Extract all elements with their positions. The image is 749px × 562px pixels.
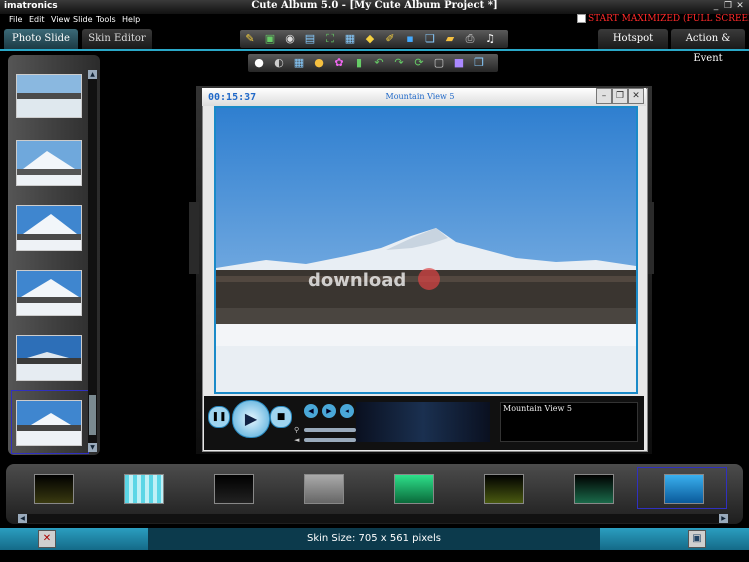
watermark-text: download	[308, 270, 407, 291]
photo-thumb-image	[17, 75, 81, 117]
scroll-down-icon[interactable]: ▼	[88, 443, 97, 452]
menu-slide[interactable]: Slide	[73, 15, 93, 24]
menu-tools[interactable]: Tools	[96, 15, 116, 24]
copy-icon[interactable]: ❏	[422, 31, 438, 47]
menu-edit[interactable]: Edit	[29, 15, 45, 24]
skin-strip-scrollbar[interactable]: ◀ ▶	[18, 514, 728, 523]
watermark-logo	[418, 268, 440, 290]
layer-icon[interactable]: ■	[451, 55, 467, 71]
tab-action-event[interactable]: Action & Event	[671, 29, 745, 64]
tab-skin-editor[interactable]: Skin Editor	[82, 29, 152, 49]
print-icon[interactable]: ⎙	[462, 31, 478, 47]
skin-thumb-3[interactable]	[214, 474, 254, 504]
volume-icon: ◄	[294, 436, 300, 444]
status-left	[0, 528, 148, 550]
fit-icon[interactable]: ⛶	[322, 31, 338, 47]
photo-thumb-6[interactable]	[16, 400, 82, 446]
skin-thumb-5[interactable]	[394, 474, 434, 504]
checkbox-icon[interactable]	[577, 14, 586, 23]
title-bar: imatronics Cute Album 5.0 - [My Cute Alb…	[0, 0, 749, 14]
stop-icon[interactable]: ■	[270, 406, 292, 428]
window-title: Cute Album 5.0 - [My Cute Album Project …	[251, 0, 498, 11]
half-icon[interactable]: ◐	[271, 55, 287, 71]
menu-file[interactable]: File	[9, 15, 22, 24]
photo-thumb-image	[17, 336, 81, 380]
status-right	[600, 528, 749, 550]
scroll-left-icon[interactable]: ◀	[18, 514, 27, 523]
selected-skin-highlight	[637, 467, 727, 509]
skin-restore-button[interactable]: ❐	[612, 88, 628, 104]
chart-icon[interactable]: ▮	[351, 55, 367, 71]
minimize-button[interactable]: _	[710, 1, 722, 12]
music-icon[interactable]: ♫	[482, 31, 498, 47]
skin-thumb-4[interactable]	[304, 474, 344, 504]
photo-thumb-5[interactable]	[16, 335, 82, 381]
redo-icon[interactable]: ↷	[391, 55, 407, 71]
photo-title: Mountain View 5	[385, 92, 455, 101]
photo-list-scrollbar[interactable]: ▲ ▼	[88, 70, 97, 452]
left-edge-tab[interactable]	[189, 202, 199, 274]
skin-minimize-button[interactable]: –	[596, 88, 612, 104]
close-button[interactable]: ✕	[734, 1, 746, 12]
skin-thumb-7[interactable]	[574, 474, 614, 504]
start-maximized-checkbox[interactable]: START MAXIMIZED (FULL SCREEN)	[577, 14, 749, 24]
align-icon[interactable]: ▦	[342, 31, 358, 47]
start-maximized-label: START MAXIMIZED (FULL SCREEN)	[588, 14, 749, 24]
photo-thumb-3[interactable]	[16, 205, 82, 251]
play-icon[interactable]: ▶	[232, 400, 270, 438]
edit-icon[interactable]: ✐	[382, 31, 398, 47]
tab-photo-slide[interactable]: Photo Slide	[4, 29, 78, 49]
main-photo	[214, 106, 638, 394]
photo-thumb-4[interactable]	[16, 270, 82, 316]
stack-icon[interactable]: ❐	[471, 55, 487, 71]
skin-thumb-2[interactable]	[124, 474, 164, 504]
menu-view[interactable]: View	[51, 15, 70, 24]
color-icon[interactable]: ✿	[331, 55, 347, 71]
photo-thumb-image	[17, 401, 81, 445]
visualizer-display	[356, 402, 490, 442]
photo-thumb-image	[17, 141, 81, 185]
skin-size-label: Skin Size: 705 x 561 pixels	[148, 528, 600, 550]
pause-icon[interactable]: ❚❚	[208, 406, 230, 428]
restore-button[interactable]: ❐	[722, 1, 734, 12]
prev-icon[interactable]: ◀	[304, 404, 318, 418]
scroll-up-icon[interactable]: ▲	[88, 70, 97, 79]
tag-icon[interactable]: ◆	[362, 31, 378, 47]
mute-icon[interactable]: ◂	[340, 404, 354, 418]
refresh-icon[interactable]: ⟳	[411, 55, 427, 71]
menu-help[interactable]: Help	[122, 15, 140, 24]
grid-icon[interactable]: ▦	[291, 55, 307, 71]
folder-icon[interactable]: ▰	[442, 31, 458, 47]
scroll-thumb[interactable]	[89, 395, 96, 435]
photo-thumb-2[interactable]	[16, 140, 82, 186]
tab-divider	[0, 49, 749, 51]
mountain-photo-image	[216, 108, 636, 392]
next-icon[interactable]: ▶	[322, 404, 336, 418]
skin-close-button[interactable]: ✕	[628, 88, 644, 104]
zoom-slider[interactable]	[304, 428, 356, 432]
undo-icon[interactable]: ↶	[371, 55, 387, 71]
skin-thumb-1[interactable]	[34, 474, 74, 504]
skin-thumb-6[interactable]	[484, 474, 524, 504]
zoom-icon: ⚲	[294, 426, 300, 434]
timecode-display: 00:15:37	[208, 92, 257, 103]
delete-skin-button[interactable]: ✕	[38, 530, 56, 548]
caption-box: Mountain View 5	[500, 402, 638, 442]
wand-icon[interactable]: ✎	[242, 31, 258, 47]
eye-icon[interactable]: ◉	[282, 31, 298, 47]
frame-icon[interactable]: ▢	[431, 55, 447, 71]
photo-thumb-image	[17, 206, 81, 250]
circle-icon[interactable]: ●	[251, 55, 267, 71]
save-icon[interactable]: ▪	[402, 31, 418, 47]
dot-icon[interactable]: ●	[311, 55, 327, 71]
volume-slider[interactable]	[304, 438, 356, 442]
photo-thumb-1[interactable]	[16, 74, 82, 118]
scroll-right-icon[interactable]: ▶	[719, 514, 728, 523]
photo-thumb-image	[17, 271, 81, 315]
select-icon[interactable]: ▣	[262, 31, 278, 47]
fullscreen-button[interactable]: ▣	[688, 530, 706, 548]
page-icon[interactable]: ▤	[302, 31, 318, 47]
tab-hotspot[interactable]: Hotspot	[598, 29, 668, 49]
